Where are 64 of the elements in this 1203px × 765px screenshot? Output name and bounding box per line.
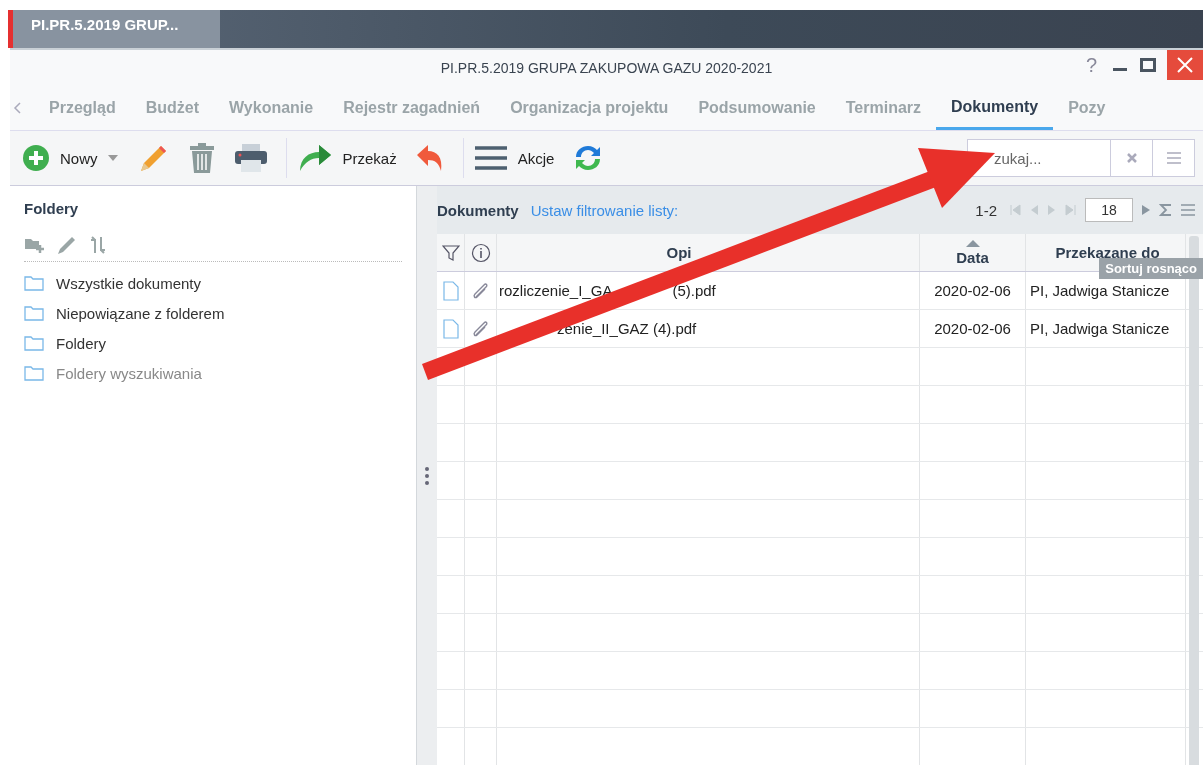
filter-link[interactable]: Ustaw filtrowanie listy: xyxy=(530,201,679,219)
sort-ascending-icon[interactable] xyxy=(965,239,980,247)
menu-icon[interactable] xyxy=(1181,204,1195,216)
panel-title: Foldery xyxy=(24,200,80,217)
new-button[interactable]: Nowy xyxy=(22,138,118,178)
folder-icon xyxy=(24,365,44,381)
column-header[interactable]: Data xyxy=(920,234,1026,271)
add-folder-icon[interactable] xyxy=(24,236,46,254)
panel-title: Dokumenty xyxy=(437,201,519,219)
play-icon[interactable] xyxy=(1141,204,1151,216)
previous-page-icon[interactable] xyxy=(1029,204,1039,216)
taskbar-tab[interactable]: PI.PR.5.2019 GRUP... xyxy=(13,10,220,48)
tab[interactable]: Organizacja projektu xyxy=(495,86,684,130)
table-cell: PI, Jadwiga Stanicze xyxy=(1026,310,1186,347)
first-page-icon[interactable] xyxy=(1009,204,1021,216)
close-icon xyxy=(1176,56,1194,74)
printer-icon[interactable] xyxy=(233,144,268,172)
hamburger-icon xyxy=(473,145,508,171)
folder-item[interactable]: Niepowiązane z folderem xyxy=(24,298,402,328)
folder-item[interactable]: Foldery xyxy=(24,328,402,358)
tab[interactable]: Podsumowanie xyxy=(683,86,831,130)
close-button[interactable] xyxy=(1167,50,1203,80)
sigma-icon[interactable] xyxy=(1159,203,1173,217)
chevron-left-icon[interactable] xyxy=(12,101,22,115)
folder-item[interactable]: Wszystkie dokumenty xyxy=(24,268,402,298)
info-icon[interactable] xyxy=(470,242,491,263)
swap-arrows-icon[interactable] xyxy=(88,235,108,255)
table-cell: 2020-02-06 xyxy=(920,272,1026,309)
forward-button[interactable]: Przekaż xyxy=(285,138,397,178)
trash-icon[interactable] xyxy=(187,143,216,173)
tab[interactable]: Budżet xyxy=(130,86,214,130)
folder-icon xyxy=(24,275,44,291)
tab[interactable]: Pozy xyxy=(1053,86,1121,130)
page-size-field[interactable]: 18 xyxy=(1085,198,1133,222)
actions-button[interactable]: Akcje xyxy=(462,138,555,178)
caret-down-icon xyxy=(107,155,118,161)
splitter-handle-icon[interactable] xyxy=(425,465,429,486)
search-field[interactable]: zukaj... xyxy=(967,139,1195,177)
tab[interactable]: Terminarz xyxy=(830,86,937,130)
tab[interactable]: Wykonanie xyxy=(214,86,329,130)
document-icon xyxy=(442,318,459,339)
plus-circle-icon xyxy=(22,144,50,172)
clear-icon[interactable] xyxy=(1125,152,1138,164)
file-name-text: zenie_II_GAZ (4).pdf xyxy=(557,320,697,337)
tab[interactable]: Rejestr zagadnień xyxy=(328,86,496,130)
menu-icon[interactable] xyxy=(1166,152,1181,164)
next-page-icon[interactable] xyxy=(1047,204,1057,216)
file-name-text: rozliczenie_I_GA xyxy=(499,282,613,299)
table-cell: 2020-02-06 xyxy=(920,310,1026,347)
record-range: 1-2 xyxy=(975,201,997,219)
tab[interactable]: Przegląd xyxy=(34,86,131,130)
help-button[interactable]: ? xyxy=(1081,53,1101,77)
document-icon xyxy=(442,280,459,301)
last-page-icon[interactable] xyxy=(1065,204,1077,216)
file-name-text: (5).pdf xyxy=(672,282,716,299)
paperclip-icon xyxy=(471,319,490,338)
maximize-icon[interactable] xyxy=(1139,56,1157,74)
window-title: PI.PR.5.2019 GRUPA ZAKUPOWA GAZU 2020-2021 xyxy=(440,60,773,76)
folder-icon xyxy=(24,335,44,351)
folder-icon xyxy=(24,305,44,321)
filter-icon[interactable] xyxy=(441,243,460,262)
paperclip-icon xyxy=(471,281,490,300)
column-header[interactable]: Opi xyxy=(497,234,920,271)
pencil-icon[interactable] xyxy=(56,235,78,255)
